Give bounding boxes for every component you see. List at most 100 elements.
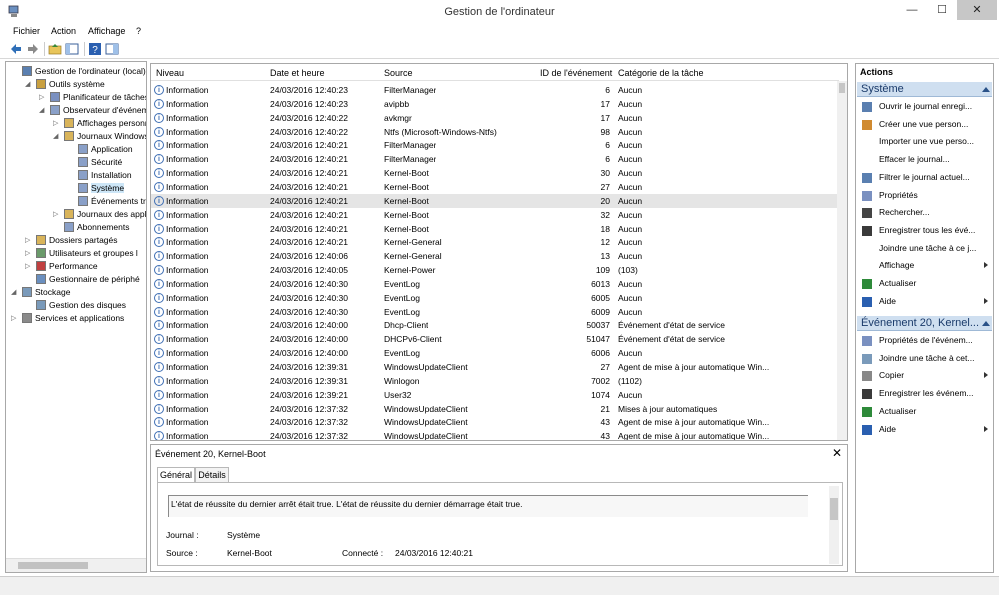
table-row[interactable]: i Information 24/03/2016 12:40:21 Kernel-Bo…	[151, 180, 839, 194]
table-row[interactable]: i Information 24/03/2016 12:40:00 Dhcp-Clie…	[151, 318, 839, 332]
tree-item[interactable]: ◢ Outils système	[25, 78, 105, 91]
tree-item[interactable]: ▷ Services et applications	[11, 312, 124, 325]
tree-item[interactable]: ◢ Journaux Windows	[53, 130, 146, 143]
table-row[interactable]: i Information 24/03/2016 12:40:22 avkmgr 17 A…	[151, 111, 839, 125]
table-row[interactable]: i Information 24/03/2016 12:40:21 FilterMan…	[151, 152, 839, 166]
tree-item[interactable]: ▷ Performance	[25, 260, 98, 273]
tree-item[interactable]: Application	[78, 143, 133, 156]
action-item[interactable]: Propriétés de l'événem...	[856, 333, 993, 348]
expand-arrow-icon[interactable]: ▷	[25, 247, 34, 260]
action-item[interactable]: Propriétés	[856, 188, 993, 203]
menu-help[interactable]: ?	[136, 26, 141, 36]
tree-item[interactable]: Système	[78, 182, 125, 195]
table-row[interactable]: i Information 24/03/2016 12:40:21 Kernel-Bo…	[151, 222, 839, 236]
actions-section-header[interactable]: Événement 20, Kernel...	[857, 316, 992, 331]
expand-arrow-icon[interactable]: ▷	[11, 312, 20, 325]
tree-item[interactable]: ▷ Dossiers partagés	[25, 234, 118, 247]
table-row[interactable]: i Information 24/03/2016 12:40:21 Kernel-Bo…	[151, 193, 839, 208]
expand-arrow-icon[interactable]: ▷	[25, 260, 34, 273]
collapse-arrow-icon[interactable]: ◢	[39, 104, 48, 117]
show-hide-tree-icon[interactable]	[65, 42, 79, 56]
table-row[interactable]: i Information 24/03/2016 12:37:32 WindowsUp…	[151, 415, 839, 429]
collapse-arrow-icon[interactable]: ◢	[11, 286, 20, 299]
tree-item[interactable]: ▷ Journaux des applica	[53, 208, 146, 221]
action-item[interactable]: Copier	[856, 368, 993, 383]
detail-scrollbar[interactable]	[829, 486, 839, 564]
table-row[interactable]: i Information 24/03/2016 12:40:30 EventLog 6…	[151, 305, 839, 319]
collapse-arrow-icon[interactable]: ◢	[53, 130, 62, 143]
up-folder-icon[interactable]	[48, 42, 62, 56]
expand-arrow-icon[interactable]: ▷	[53, 208, 62, 221]
action-item[interactable]: Enregistrer tous les évé...	[856, 223, 993, 238]
table-row[interactable]: i Information 24/03/2016 12:39:21 User32 107…	[151, 388, 839, 402]
tree-item[interactable]: Gestionnaire de périphé	[36, 273, 140, 286]
tree-item[interactable]: ▷ Utilisateurs et groupes l	[25, 247, 138, 260]
expand-arrow-icon[interactable]: ▷	[53, 117, 62, 130]
collapse-up-icon[interactable]	[982, 87, 990, 92]
tree-item[interactable]: Gestion de l'ordinateur (local)	[22, 65, 146, 78]
tree-item[interactable]: ◢ Stockage	[11, 286, 70, 299]
action-item[interactable]: Affichage	[856, 258, 993, 273]
action-item[interactable]: Aide	[856, 294, 993, 309]
tree-item[interactable]: Sécurité	[78, 156, 122, 169]
detail-close-icon[interactable]: ✕	[832, 446, 842, 460]
scrollbar-thumb[interactable]	[839, 83, 845, 93]
collapse-arrow-icon[interactable]: ◢	[25, 78, 34, 91]
tab-general[interactable]: Général	[157, 467, 195, 483]
table-row[interactable]: i Information 24/03/2016 12:40:21 FilterMan…	[151, 138, 839, 152]
back-icon[interactable]	[9, 42, 23, 56]
action-item[interactable]: Actualiser	[856, 276, 993, 291]
actions-section-header[interactable]: Système	[857, 82, 992, 97]
table-row[interactable]: i Information 24/03/2016 12:39:31 WindowsUp…	[151, 360, 839, 374]
table-row[interactable]: i Information 24/03/2016 12:40:30 EventLog 6…	[151, 277, 839, 291]
table-row[interactable]: i Information 24/03/2016 12:40:05 Kernel-Po…	[151, 263, 839, 277]
collapse-up-icon[interactable]	[982, 321, 990, 326]
scrollbar-thumb[interactable]	[830, 498, 838, 520]
action-item[interactable]: Ouvrir le journal enregi...	[856, 99, 993, 114]
table-row[interactable]: i Information 24/03/2016 12:37:32 WindowsUp…	[151, 429, 839, 440]
show-hide-action-pane-icon[interactable]	[105, 42, 119, 56]
column-header-level[interactable]: Niveau	[156, 68, 184, 78]
tree-item[interactable]: ◢ Observateur d'événeme	[39, 104, 146, 117]
action-item[interactable]: Filtrer le journal actuel...	[856, 170, 993, 185]
maximize-button[interactable]: ☐	[927, 0, 957, 20]
event-list-scrollbar[interactable]	[837, 81, 847, 440]
tree-item[interactable]: ▷ Planificateur de tâches	[39, 91, 146, 104]
table-row[interactable]: i Information 24/03/2016 12:40:23 FilterMan…	[151, 83, 839, 97]
menu-action[interactable]: Action	[51, 26, 76, 36]
column-header-event-id[interactable]: ID de l'événement	[540, 68, 612, 78]
forward-icon[interactable]	[26, 42, 40, 56]
action-item[interactable]: Créer une vue person...	[856, 117, 993, 132]
action-item[interactable]: Effacer le journal...	[856, 152, 993, 167]
action-item[interactable]: Joindre une tâche à cet...	[856, 351, 993, 366]
tab-details[interactable]: Détails	[195, 467, 229, 483]
table-row[interactable]: i Information 24/03/2016 12:40:22 Ntfs (Mic…	[151, 125, 839, 139]
table-row[interactable]: i Information 24/03/2016 12:40:23 avipbb 17 A…	[151, 97, 839, 111]
table-row[interactable]: i Information 24/03/2016 12:40:00 EventLog 6…	[151, 346, 839, 360]
action-item[interactable]: Importer une vue perso...	[856, 134, 993, 149]
menu-affichage[interactable]: Affichage	[88, 26, 125, 36]
expand-arrow-icon[interactable]: ▷	[39, 91, 48, 104]
expand-arrow-icon[interactable]: ▷	[25, 234, 34, 247]
menu-fichier[interactable]: Fichier	[13, 26, 40, 36]
help-icon[interactable]: ?	[88, 42, 102, 56]
tree-item[interactable]: Abonnements	[64, 221, 129, 234]
column-header-date[interactable]: Date et heure	[270, 68, 325, 78]
action-item[interactable]: Aide	[856, 422, 993, 437]
scrollbar-thumb[interactable]	[18, 562, 88, 569]
close-button[interactable]: ✕	[957, 0, 997, 20]
table-row[interactable]: i Information 24/03/2016 12:40:21 Kernel-Bo…	[151, 208, 839, 222]
action-item[interactable]: Actualiser	[856, 404, 993, 419]
table-row[interactable]: i Information 24/03/2016 12:40:21 Kernel-Bo…	[151, 166, 839, 180]
table-row[interactable]: i Information 24/03/2016 12:40:00 DHCPv6-Cl…	[151, 332, 839, 346]
minimize-button[interactable]: —	[897, 0, 927, 20]
tree-item[interactable]: Événements trar	[78, 195, 146, 208]
table-row[interactable]: i Information 24/03/2016 12:37:32 WindowsUp…	[151, 402, 839, 416]
action-item[interactable]: Rechercher...	[856, 205, 993, 220]
table-row[interactable]: i Information 24/03/2016 12:40:21 Kernel-Ge…	[151, 235, 839, 249]
tree-item[interactable]: Installation	[78, 169, 132, 182]
tree-item[interactable]: Gestion des disques	[36, 299, 126, 312]
table-row[interactable]: i Information 24/03/2016 12:40:30 EventLog 6…	[151, 291, 839, 305]
action-item[interactable]: Enregistrer les événem...	[856, 386, 993, 401]
table-row[interactable]: i Information 24/03/2016 12:40:06 Kernel-Ge…	[151, 249, 839, 263]
